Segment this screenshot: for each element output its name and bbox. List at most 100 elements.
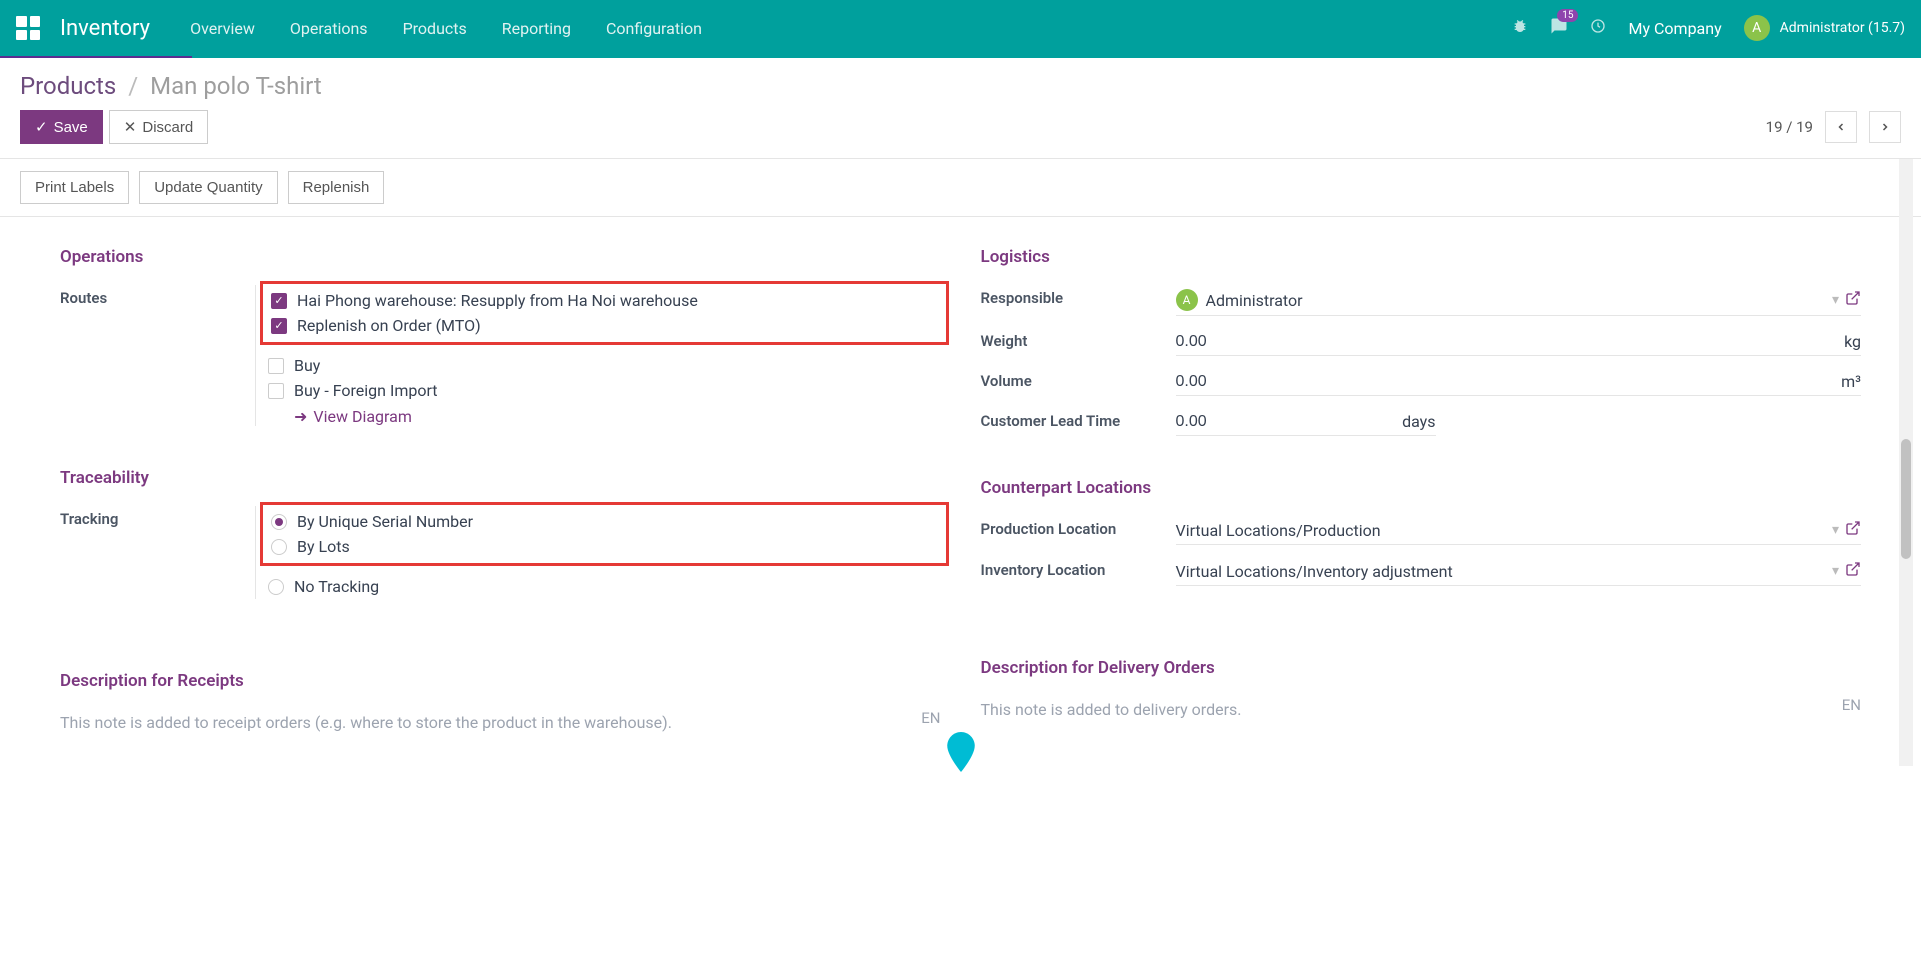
actions-bar: ✓ Save ✕ Discard 19 / 19 (0, 110, 1921, 158)
pager-text: 19 / 19 (1766, 118, 1813, 136)
external-link-icon[interactable] (1845, 290, 1861, 310)
arrow-right-icon: ➜ (294, 407, 307, 426)
pager-next[interactable] (1869, 111, 1901, 143)
lead-field: Customer Lead Time days (981, 408, 1862, 436)
inv-location-value[interactable]: Virtual Locations/Inventory adjustment ▾ (1176, 557, 1862, 586)
external-link-icon[interactable] (1845, 561, 1861, 581)
user-avatar: A (1744, 15, 1770, 41)
desc-receipts-title: Description for Receipts (60, 671, 941, 691)
user-menu[interactable]: A Administrator (15.7) (1744, 15, 1905, 41)
routes-highlight: ✓ Hai Phong warehouse: Resupply from Ha … (260, 281, 949, 345)
prod-location-field: Production Location Virtual Locations/Pr… (981, 516, 1862, 545)
nav-configuration[interactable]: Configuration (606, 19, 702, 38)
nav-menu: Overview Operations Products Reporting C… (190, 19, 702, 38)
counterpart-title: Counterpart Locations (981, 478, 1862, 498)
dropdown-icon[interactable]: ▾ (1832, 292, 1839, 308)
tracking-value: By Unique Serial Number By Lots No Track… (255, 506, 941, 599)
app-name[interactable]: Inventory (60, 16, 150, 41)
route-label: Buy - Foreign Import (294, 381, 438, 400)
update-quantity-button[interactable]: Update Quantity (139, 171, 277, 204)
lang-tag[interactable]: EN (1842, 696, 1861, 714)
nav-products[interactable]: Products (403, 19, 467, 38)
nav-reporting[interactable]: Reporting (502, 19, 571, 38)
lead-input-wrap: days (1176, 408, 1436, 436)
desc-delivery-title: Description for Delivery Orders (981, 658, 1862, 678)
volume-input[interactable] (1176, 373, 1834, 391)
breadcrumb-bar: Products / Man polo T-shirt (0, 58, 1921, 110)
dropdown-icon[interactable]: ▾ (1832, 522, 1839, 538)
company-selector[interactable]: My Company (1628, 19, 1721, 38)
routes-value: ✓ Hai Phong warehouse: Resupply from Ha … (255, 285, 941, 426)
volume-label: Volume (981, 368, 1176, 390)
form-content: Operations Routes ✓ Hai Phong warehouse:… (0, 217, 1921, 766)
breadcrumb: Products / Man polo T-shirt (20, 72, 1901, 100)
discard-label: Discard (142, 119, 193, 136)
inv-location-text: Virtual Locations/Inventory adjustment (1176, 562, 1826, 581)
save-label: Save (54, 119, 88, 136)
scrollbar-thumb[interactable] (1901, 439, 1911, 559)
tracking-serial[interactable]: By Unique Serial Number (271, 509, 938, 534)
messages-badge: 15 (1557, 9, 1578, 22)
desc-delivery-placeholder: This note is added to delivery orders. (981, 696, 1862, 723)
radio-icon (271, 539, 287, 555)
desc-receipts-field[interactable]: This note is added to receipt orders (e.… (60, 709, 941, 736)
weight-unit: kg (1844, 332, 1861, 351)
scrollbar[interactable] (1899, 159, 1913, 766)
tracking-option-label: By Unique Serial Number (297, 512, 473, 531)
breadcrumb-parent[interactable]: Products (20, 72, 116, 100)
volume-unit: m³ (1841, 372, 1861, 391)
top-nav: Inventory Overview Operations Products R… (0, 0, 1921, 56)
right-column: Logistics Responsible A Administrator ▾ … (981, 247, 1862, 736)
tracking-option-label: By Lots (297, 537, 350, 556)
left-column: Operations Routes ✓ Hai Phong warehouse:… (60, 247, 941, 736)
tracking-lots[interactable]: By Lots (271, 534, 938, 559)
apps-icon[interactable] (16, 16, 40, 40)
breadcrumb-current: Man polo T-shirt (150, 72, 322, 100)
route-buy-foreign[interactable]: Buy - Foreign Import (268, 378, 941, 403)
tracking-label: Tracking (60, 506, 255, 528)
weight-input-wrap: kg (1176, 328, 1862, 356)
checkbox-icon (268, 358, 284, 374)
tracking-highlight: By Unique Serial Number By Lots (260, 502, 949, 566)
route-buy[interactable]: Buy (268, 353, 941, 378)
print-labels-button[interactable]: Print Labels (20, 171, 129, 204)
weight-field: Weight kg (981, 328, 1862, 356)
external-link-icon[interactable] (1845, 520, 1861, 540)
responsible-text: Administrator (1206, 291, 1826, 310)
route-label: Buy (294, 356, 320, 375)
save-button[interactable]: ✓ Save (20, 110, 103, 144)
topnav-right: 15 My Company A Administrator (15.7) (1512, 15, 1905, 41)
lead-input[interactable] (1176, 413, 1395, 431)
operations-title: Operations (60, 247, 941, 267)
inv-location-field: Inventory Location Virtual Locations/Inv… (981, 557, 1862, 586)
discard-button[interactable]: ✕ Discard (109, 110, 208, 144)
prod-location-label: Production Location (981, 516, 1176, 538)
prod-location-value[interactable]: Virtual Locations/Production ▾ (1176, 516, 1862, 545)
weight-label: Weight (981, 328, 1176, 350)
pager-prev[interactable] (1825, 111, 1857, 143)
logistics-title: Logistics (981, 247, 1862, 267)
messages-icon[interactable]: 15 (1550, 17, 1568, 39)
breadcrumb-separator: / (128, 72, 138, 100)
route-mto[interactable]: ✓ Replenish on Order (MTO) (271, 313, 938, 338)
route-label: Hai Phong warehouse: Resupply from Ha No… (297, 291, 698, 310)
clock-icon[interactable] (1590, 18, 1606, 38)
replenish-button[interactable]: Replenish (288, 171, 385, 204)
nav-overview[interactable]: Overview (190, 19, 255, 38)
responsible-value[interactable]: A Administrator ▾ (1176, 285, 1862, 316)
nav-operations[interactable]: Operations (290, 19, 368, 38)
inv-location-label: Inventory Location (981, 557, 1176, 579)
route-haiphong[interactable]: ✓ Hai Phong warehouse: Resupply from Ha … (271, 288, 938, 313)
avatar-icon: A (1176, 289, 1198, 311)
dropdown-icon[interactable]: ▾ (1832, 563, 1839, 579)
weight-input[interactable] (1176, 333, 1837, 351)
bug-icon[interactable] (1512, 18, 1528, 38)
view-diagram-label: View Diagram (313, 407, 411, 426)
pin-marker-icon (946, 732, 976, 776)
lang-tag[interactable]: EN (921, 709, 940, 727)
routes-field: Routes ✓ Hai Phong warehouse: Resupply f… (60, 285, 941, 426)
checkbox-icon (268, 383, 284, 399)
view-diagram-link[interactable]: ➜ View Diagram (294, 407, 412, 426)
desc-delivery-field[interactable]: This note is added to delivery orders. E… (981, 696, 1862, 723)
tracking-none[interactable]: No Tracking (268, 574, 941, 599)
